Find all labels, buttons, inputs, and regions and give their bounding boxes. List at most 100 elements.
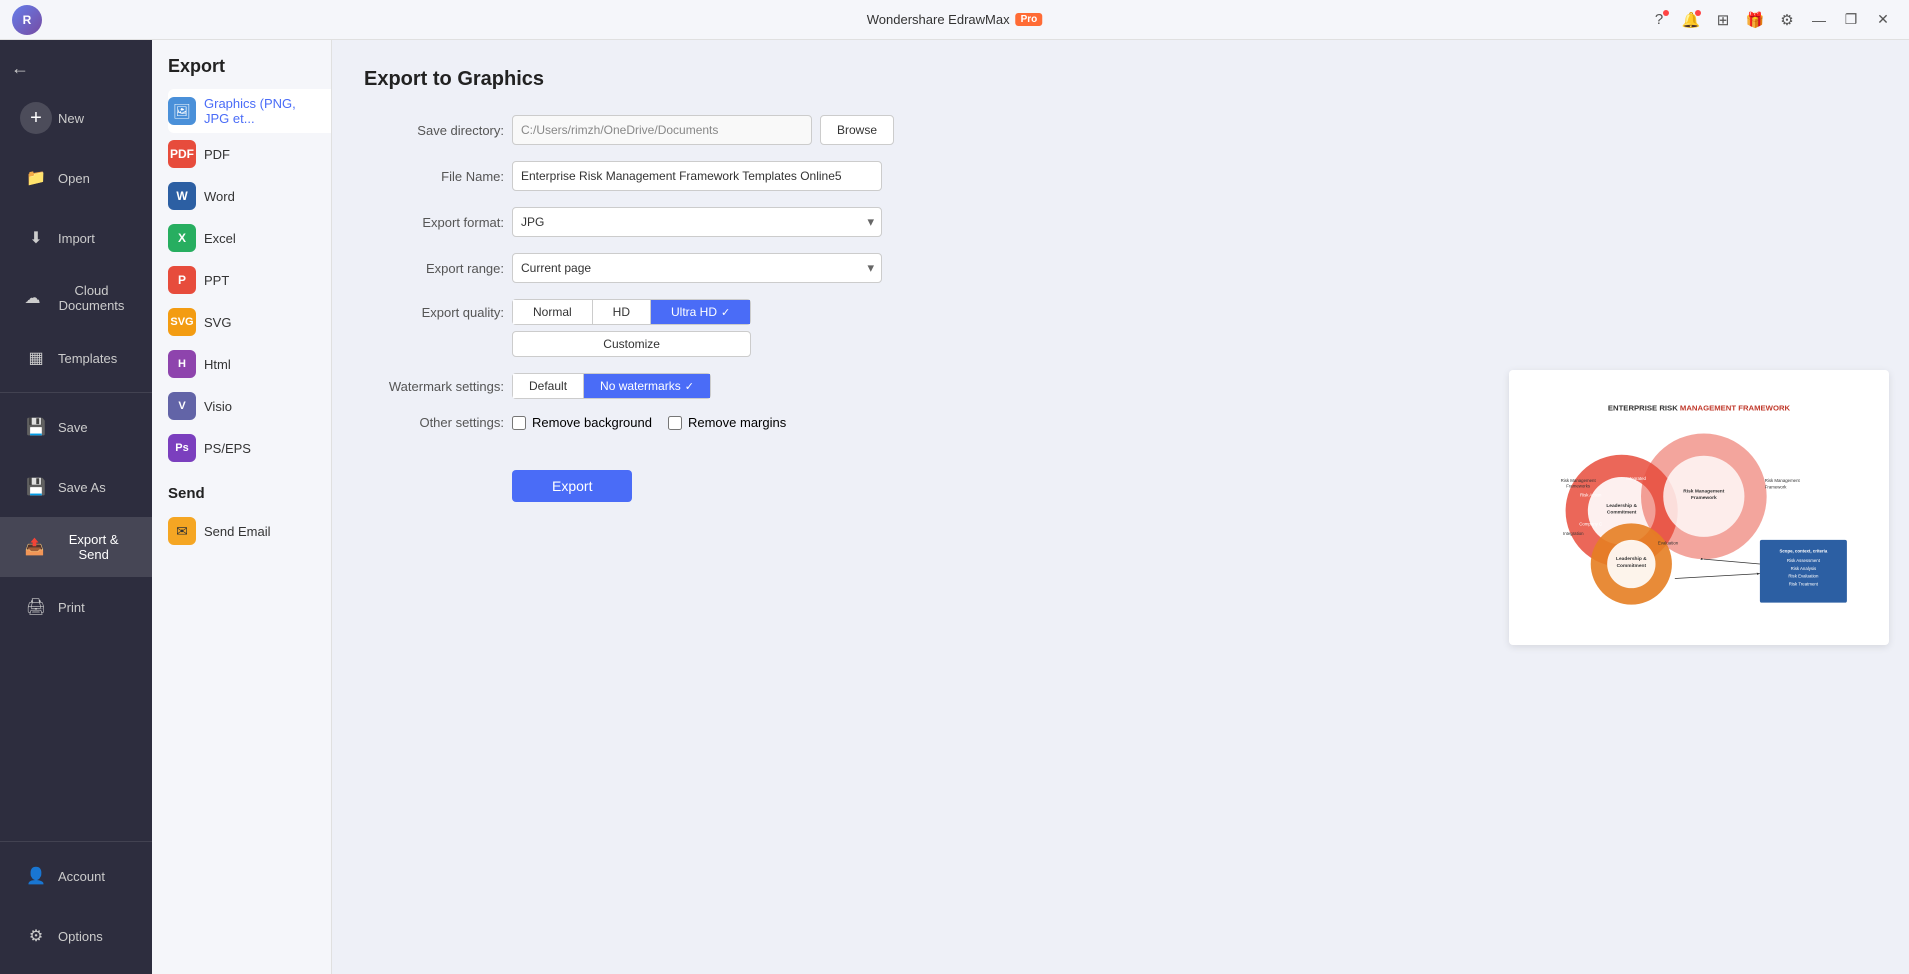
notification-icon[interactable]: 🔔 [1677,6,1705,34]
export-range-select[interactable]: Current page All pages Selected pages [512,253,882,283]
svg-text:Risk Evaluation: Risk Evaluation [1788,573,1819,578]
preview-diagram: ENTERPRISE RISK MANAGEMENT FRAMEWORK Lea… [1525,386,1873,626]
other-settings-label: Other settings: [364,415,504,430]
remove-background-checkbox[interactable] [512,416,526,430]
remove-margins-checkbox[interactable] [668,416,682,430]
export-item-pdf[interactable]: PDF PDF [168,133,331,175]
watermark-default-btn[interactable]: Default [513,374,584,398]
svg-text:Risk Treatment: Risk Treatment [1789,581,1819,586]
export-item-graphics[interactable]: 🖼 Graphics (PNG, JPG et... [168,89,331,133]
svg-text:ENTERPRISE RISK MANAGEMENT FRA: ENTERPRISE RISK MANAGEMENT FRAMEWORK [1608,403,1791,412]
file-name-label: File Name: [364,169,504,184]
svg-text:Leadership &: Leadership & [1606,502,1637,508]
svg-text:Risk Management: Risk Management [1765,477,1801,482]
sidebar-item-save-as[interactable]: 💾 Save As [0,457,152,517]
export-range-row: Export range: Current page All pages Sel… [364,253,1457,283]
svg-text:Framework: Framework [1765,484,1788,489]
pro-badge: Pro [1016,13,1043,26]
ppt-label: PPT [204,273,229,288]
export-quality-label: Export quality: [364,299,504,320]
visio-icon: V [168,392,196,420]
sidebar-print-label: Print [58,600,85,615]
remove-background-item[interactable]: Remove background [512,415,652,430]
export-item-send-email[interactable]: ✉ Send Email [168,510,331,552]
svg-text:Framework: Framework [1691,495,1717,501]
sidebar-item-open[interactable]: 📁 Open [0,148,152,208]
remove-margins-item[interactable]: Remove margins [668,415,786,430]
sidebar: ← + New 📁 Open ⬇ Import ☁ Cloud Document… [0,40,152,974]
maximize-button[interactable]: ❐ [1837,6,1865,34]
customize-button[interactable]: Customize [512,331,751,357]
export-item-pseps[interactable]: Ps PS/EPS [168,427,331,469]
watermark-group: Default No watermarks [512,373,711,399]
send-email-icon: ✉ [168,517,196,545]
quality-wrap: Normal HD Ultra HD Customize [512,299,751,357]
sidebar-item-save[interactable]: 💾 Save [0,397,152,457]
minimize-button[interactable]: — [1805,6,1833,34]
visio-label: Visio [204,399,232,414]
quality-normal-btn[interactable]: Normal [513,300,593,324]
browse-button[interactable]: Browse [820,115,894,145]
export-item-visio[interactable]: V Visio [168,385,331,427]
sidebar-item-export-send[interactable]: 📤 Export & Send [0,517,152,577]
quality-ultrahd-btn[interactable]: Ultra HD [651,300,750,324]
export-format-wrapper: PNG JPG BMP SVG PDF [512,207,882,237]
graphics-icon: 🖼 [168,97,196,125]
svg-text:Evaluation: Evaluation [1658,540,1679,545]
save-directory-row: Save directory: Browse [364,115,1457,145]
sidebar-item-options[interactable]: ⚙ Options [0,906,152,966]
graphics-label: Graphics (PNG, JPG et... [204,96,323,126]
sidebar-open-label: Open [58,171,90,186]
app-title: Wondershare EdrawMax [867,12,1010,27]
export-item-ppt[interactable]: P PPT [168,259,331,301]
export-btn-row: Export [512,446,1457,502]
svg-text:Integrated: Integrated [1626,475,1646,480]
watermark-label: Watermark settings: [364,379,504,394]
page-title: Export to Graphics [364,68,1457,91]
remove-background-label: Remove background [532,415,652,430]
export-item-word[interactable]: W Word [168,175,331,217]
export-range-wrapper: Current page All pages Selected pages [512,253,882,283]
titlebar-actions: ? 🔔 ⊞ 🎁 ⚙ — ❐ ✕ [1645,6,1897,34]
sidebar-new-label: New [58,111,84,126]
sidebar-options-label: Options [58,929,103,944]
sidebar-item-print[interactable]: 🖨 Print [0,577,152,637]
svg-text:Risk Action: Risk Action [1580,492,1602,497]
sidebar-item-import[interactable]: ⬇ Import [0,208,152,268]
pseps-icon: Ps [168,434,196,462]
sidebar-item-new[interactable]: + New [0,88,152,148]
save-directory-input[interactable] [512,115,812,145]
help-icon[interactable]: ? [1645,6,1673,34]
watermark-row: Watermark settings: Default No watermark… [364,373,1457,399]
watermark-none-btn[interactable]: No watermarks [584,374,710,398]
sidebar-account-label: Account [58,869,105,884]
export-item-excel[interactable]: X Excel [168,217,331,259]
avatar[interactable]: R [12,5,42,35]
quality-hd-btn[interactable]: HD [593,300,651,324]
export-item-html[interactable]: H Html [168,343,331,385]
ppt-icon: P [168,266,196,294]
sidebar-item-templates[interactable]: ▦ Templates [0,328,152,388]
back-button[interactable]: ← [0,48,40,88]
save-directory-label: Save directory: [364,123,504,138]
export-button[interactable]: Export [512,470,632,502]
excel-label: Excel [204,231,236,246]
close-button[interactable]: ✕ [1869,6,1897,34]
sidebar-cloud-label: Cloud Documents [51,283,132,313]
sidebar-save-label: Save [58,420,88,435]
export-format-select[interactable]: PNG JPG BMP SVG PDF [512,207,882,237]
sidebar-item-account[interactable]: 👤 Account [0,846,152,906]
file-name-input[interactable] [512,161,882,191]
settings-icon[interactable]: ⚙ [1773,6,1801,34]
export-item-svg[interactable]: SVG SVG [168,301,331,343]
apps-icon[interactable]: ⊞ [1709,6,1737,34]
export-quality-row: Export quality: Normal HD Ultra HD Custo… [364,299,1457,357]
gift-icon[interactable]: 🎁 [1741,6,1769,34]
excel-icon: X [168,224,196,252]
svg-text:Scope, context, criteria: Scope, context, criteria [1779,548,1827,553]
sidebar-item-cloud[interactable]: ☁ Cloud Documents [0,268,152,328]
pseps-label: PS/EPS [204,441,251,456]
titlebar: R Wondershare EdrawMax Pro ? 🔔 ⊞ 🎁 ⚙ — ❐… [0,0,1909,40]
export-panel: Export 🖼 Graphics (PNG, JPG et... PDF PD… [152,40,332,974]
pdf-icon: PDF [168,140,196,168]
